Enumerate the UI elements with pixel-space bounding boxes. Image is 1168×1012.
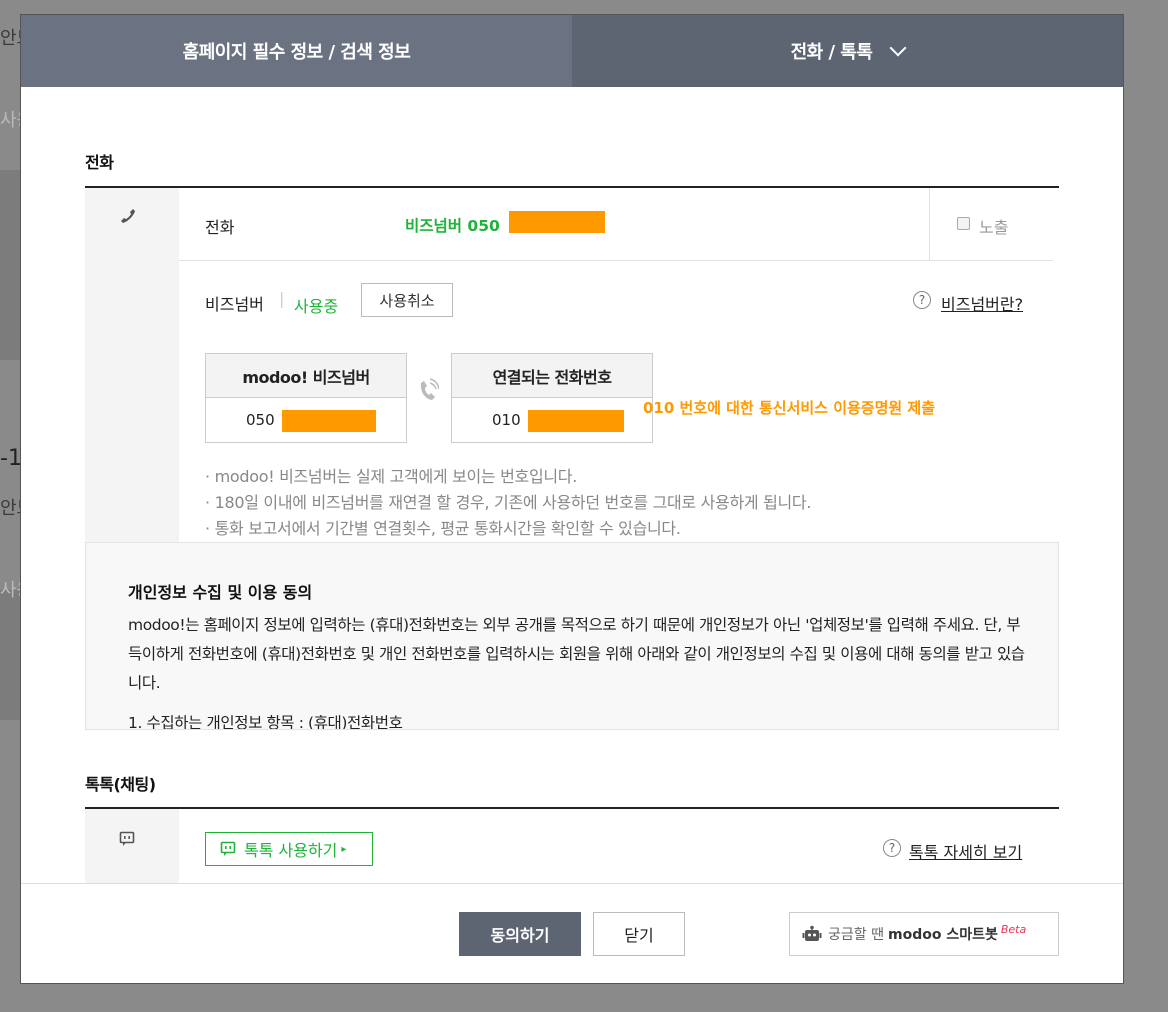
tab-label: 홈페이지 필수 정보 / 검색 정보 (182, 42, 411, 63)
connected-number-header: 연결되는 전화번호 (452, 354, 652, 398)
modoo-number-header: modoo! 비즈넘버 (206, 354, 406, 398)
tab-bar: 홈페이지 필수 정보 / 검색 정보 전화 / 톡톡 (21, 15, 1123, 87)
cell-divider (929, 188, 930, 260)
smartbot-button[interactable]: 궁금할 땐 modoo 스마트봇 Beta (789, 912, 1059, 956)
notice-line: · 180일 이내에 비즈넘버를 재연결 할 경우, 기존에 사용하던 번호를 … (205, 493, 812, 512)
modal-content: 전화 전화 비즈넘버 050 노출 비즈넘버 | 사용중 사용취소 ? 비즈넘버… (21, 87, 1123, 883)
close-label: 닫기 (624, 926, 654, 945)
notice-line: · modoo! 비즈넘버는 실제 고객에게 보이는 번호입니다. (205, 467, 578, 486)
phone-side-cell (85, 188, 179, 548)
modoo-number-value: 050 (206, 398, 406, 442)
phone-link-icon (420, 378, 439, 400)
chat-icon (119, 831, 135, 846)
exposure-label: 노출 (979, 218, 1009, 237)
tab-phone-talk[interactable]: 전화 / 톡톡 (572, 15, 1123, 87)
privacy-item: 1. 수집하는 개인정보 항목 : (휴대)전화번호 (128, 714, 403, 730)
biz-number-help-link[interactable]: 비즈넘버란? (941, 291, 1023, 315)
tab-label: 전화 / 톡톡 (790, 42, 873, 63)
caret-right-icon: ▸ (341, 843, 347, 855)
beta-badge: Beta (1000, 922, 1027, 936)
notice-line: · 통화 보고서에서 기간별 연결횟수, 평균 통화시간을 확인할 수 있습니다… (205, 519, 681, 538)
modal-footer: 동의하기 닫기 궁금할 땐 modoo 스마트봇 Beta (21, 883, 1123, 983)
notice-text: 통화 보고서에서 기간별 연결횟수, 평균 통화시간을 확인할 수 있습니다. (214, 519, 681, 538)
biz-number-summary: 비즈넘버 050 (405, 217, 500, 235)
cancel-use-label: 사용취소 (379, 291, 435, 310)
notice-text: 180일 이내에 비즈넘버를 재연결 할 경우, 기존에 사용하던 번호를 그대… (214, 493, 812, 512)
close-button[interactable]: 닫기 (593, 912, 685, 956)
cancel-use-button[interactable]: 사용취소 (361, 283, 453, 317)
robot-icon (802, 925, 822, 941)
help-icon: ? (883, 839, 901, 857)
phone-row-label: 전화 (205, 218, 235, 237)
talk-help-link[interactable]: 톡톡 자세히 보기 (909, 839, 1022, 863)
separator: | (279, 289, 285, 308)
talk-use-button[interactable]: 톡톡 사용하기 ▸ (205, 832, 373, 866)
modoo-number-prefix: 050 (246, 411, 275, 429)
background-panel (0, 170, 20, 360)
help-icon: ? (913, 291, 931, 309)
connected-number-box: 연결되는 전화번호 010 (451, 353, 653, 443)
biz-number-label: 비즈넘버 (205, 295, 264, 314)
phone-icon (121, 209, 135, 223)
privacy-consent-box[interactable]: 개인정보 수집 및 이용 동의 modoo!는 홈페이지 정보에 입력하는 (휴… (85, 542, 1059, 730)
talk-section-title: 톡톡(채팅) (85, 775, 156, 794)
redacted-block (509, 211, 605, 233)
notice-text: modoo! 비즈넘버는 실제 고객에게 보이는 번호입니다. (214, 467, 578, 486)
privacy-title: 개인정보 수집 및 이용 동의 (128, 583, 313, 602)
redacted-block (282, 410, 376, 432)
section-divider (85, 186, 1059, 188)
agree-label: 동의하기 (490, 926, 550, 945)
connected-number-prefix: 010 (492, 411, 521, 429)
modoo-number-box: modoo! 비즈넘버 050 (205, 353, 407, 443)
certificate-notice: 010 번호에 대한 통신서비스 이용증명원 제출 (643, 399, 936, 417)
redacted-block (528, 410, 624, 432)
row-divider (179, 260, 1053, 261)
tab-homepage-info[interactable]: 홈페이지 필수 정보 / 검색 정보 (21, 15, 572, 87)
modal-dialog: 홈페이지 필수 정보 / 검색 정보 전화 / 톡톡 전화 전화 비즈넘버 05… (20, 14, 1124, 984)
phone-section-title: 전화 (85, 153, 114, 172)
chat-icon (220, 841, 236, 856)
agree-button[interactable]: 동의하기 (459, 912, 581, 956)
smartbot-prefix: 궁금할 땐 (828, 927, 884, 943)
exposure-checkbox[interactable] (957, 217, 970, 230)
status-badge: 사용중 (294, 297, 339, 316)
connected-number-value: 010 (452, 398, 652, 442)
chevron-down-icon (889, 39, 907, 57)
smartbot-brand: modoo 스마트봇 (887, 927, 998, 943)
privacy-body: modoo!는 홈페이지 정보에 입력하는 (휴대)전화번호는 외부 공개를 목… (128, 616, 1025, 692)
background-panel (0, 590, 20, 720)
talk-use-label: 톡톡 사용하기 (244, 841, 338, 860)
section-divider (85, 807, 1059, 809)
